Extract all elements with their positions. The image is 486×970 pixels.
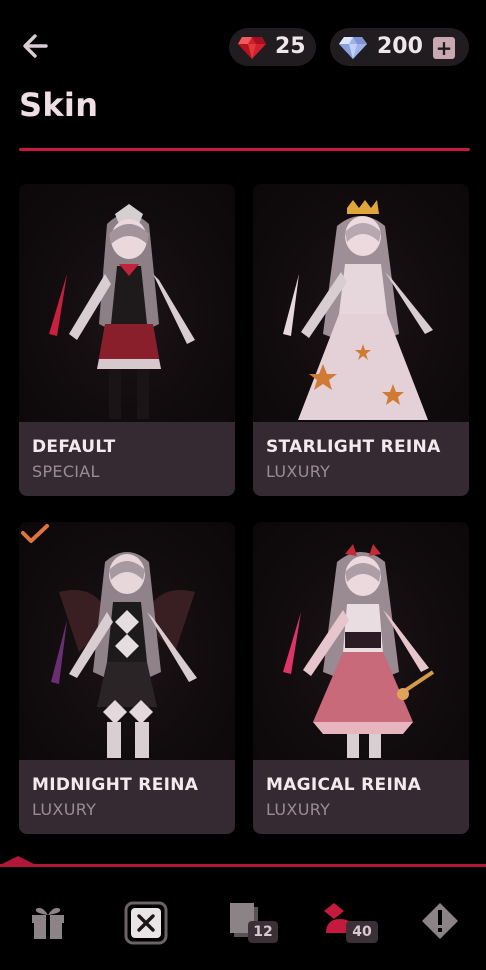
nav-gift-button[interactable] <box>24 899 72 947</box>
character-count-badge: 40 <box>346 921 378 943</box>
skin-name: MIDNIGHT REINA <box>32 775 199 795</box>
nav-close-button[interactable] <box>122 899 170 947</box>
skin-tier: SPECIAL <box>32 462 100 481</box>
skin-card[interactable]: DEFAULT SPECIAL <box>19 184 235 496</box>
skin-tier: LUXURY <box>266 800 331 819</box>
skin-card-selected[interactable]: MIDNIGHT REINA LUXURY <box>19 522 235 834</box>
alert-icon <box>422 903 458 939</box>
skin-tier: LUXURY <box>32 800 97 819</box>
nav-character-button[interactable]: 40 <box>320 899 378 947</box>
skin-info: MIDNIGHT REINA LUXURY <box>19 760 235 834</box>
skin-name: MAGICAL REINA <box>266 775 422 795</box>
check-icon <box>21 524 49 543</box>
skin-info: DEFAULT SPECIAL <box>19 422 235 496</box>
ruby-count: 25 <box>275 34 306 59</box>
plus-icon: + <box>435 36 453 60</box>
cards-count-badge: 12 <box>248 921 278 943</box>
skin-artwork <box>19 184 235 422</box>
page-title: Skin <box>19 86 99 124</box>
skin-name: STARLIGHT REINA <box>266 437 441 457</box>
skin-artwork <box>253 184 469 422</box>
skin-screen: 25 200 + Skin DEFAULT SPECIAL STARLIGHT … <box>0 0 486 970</box>
nav-alert-button[interactable] <box>416 899 464 947</box>
diamond-icon <box>339 37 367 59</box>
skin-name: DEFAULT <box>32 437 116 457</box>
back-button[interactable] <box>18 28 54 64</box>
title-divider <box>19 148 470 151</box>
bottom-nav: 12 40 <box>0 867 486 970</box>
skin-artwork <box>253 522 469 760</box>
nav-cards-button[interactable]: 12 <box>220 899 278 947</box>
skin-info: STARLIGHT REINA LUXURY <box>253 422 469 496</box>
gem-count: 200 <box>377 34 423 59</box>
add-gems-button[interactable]: + <box>433 37 455 59</box>
skin-card[interactable]: STARLIGHT REINA LUXURY <box>253 184 469 496</box>
character-portrait-default <box>49 204 195 419</box>
ruby-icon <box>238 37 266 59</box>
gift-icon <box>32 907 64 939</box>
skin-tier: LUXURY <box>266 462 331 481</box>
character-portrait-magical <box>283 544 435 758</box>
gem-counter[interactable]: 200 + <box>330 28 469 66</box>
skin-card[interactable]: MAGICAL REINA LUXURY <box>253 522 469 834</box>
ruby-counter[interactable]: 25 <box>229 28 316 66</box>
close-box-icon <box>124 901 168 945</box>
character-portrait-midnight <box>51 552 197 758</box>
character-portrait-starlight <box>283 200 433 420</box>
top-bar: 25 200 + <box>0 22 486 70</box>
skin-artwork <box>19 522 235 760</box>
skin-info: MAGICAL REINA LUXURY <box>253 760 469 834</box>
arrow-left-icon <box>23 34 48 58</box>
